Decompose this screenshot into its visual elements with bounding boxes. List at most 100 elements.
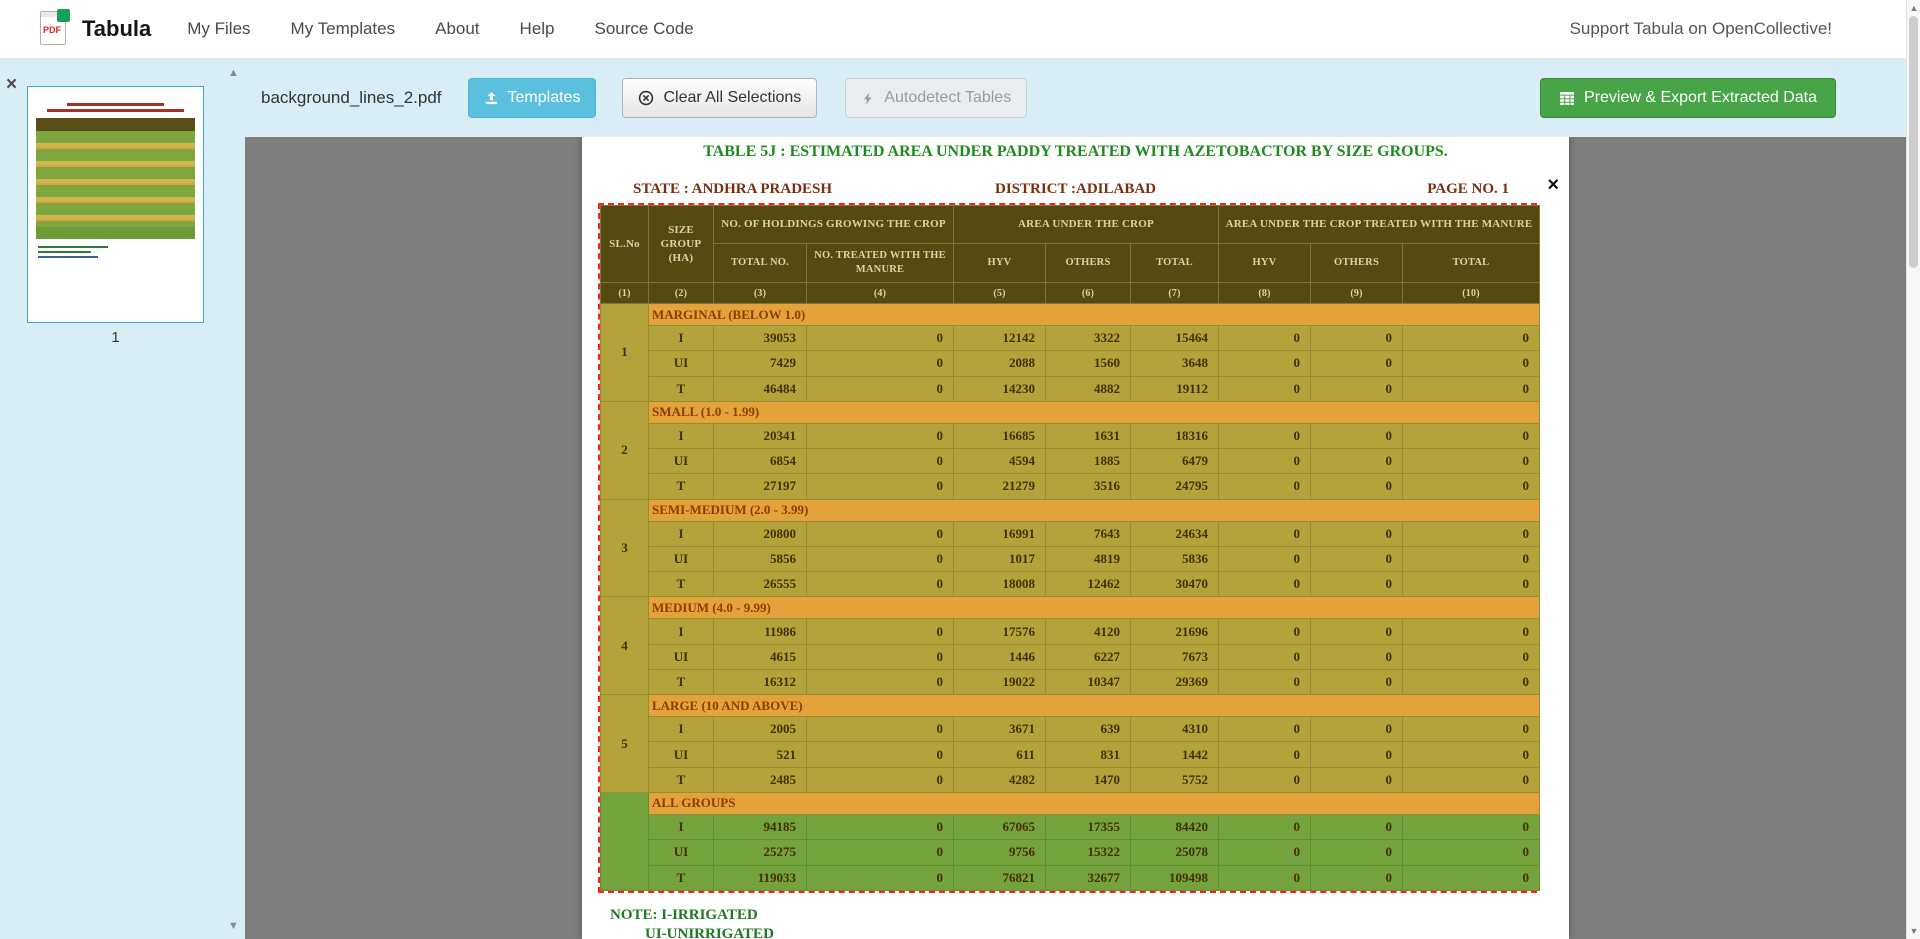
clear-all-selections-button[interactable]: Clear All Selections xyxy=(622,78,817,118)
table-cell: 0 xyxy=(1311,840,1403,865)
nav-source-code[interactable]: Source Code xyxy=(595,19,694,39)
table-cell: 0 xyxy=(807,521,954,546)
thumb-table-body xyxy=(36,131,195,227)
toolbar: background_lines_2.pdf Templates Clear A… xyxy=(245,59,1920,137)
document-note: NOTE: I-IRRIGATED xyxy=(610,907,758,924)
group-label: MARGINAL (BELOW 1.0) xyxy=(649,304,1540,326)
table-cell: 4282 xyxy=(954,767,1046,792)
table-cell: 0 xyxy=(1219,449,1311,474)
nav-my-files[interactable]: My Files xyxy=(187,19,250,39)
district-label: DISTRICT :ADILABAD xyxy=(582,181,1569,198)
table-cell: 18316 xyxy=(1131,423,1219,448)
table-cell: 12462 xyxy=(1046,572,1131,597)
table-cell: 4615 xyxy=(714,644,807,669)
group-label: MEDIUM (4.0 - 9.99) xyxy=(649,597,1540,619)
table-cell: 0 xyxy=(1311,423,1403,448)
table-cell: 0 xyxy=(807,326,954,351)
sl-no-cell: 5 xyxy=(601,695,649,793)
table-cell: 6227 xyxy=(1046,644,1131,669)
table-cell: 4819 xyxy=(1046,546,1131,571)
table-cell: 0 xyxy=(1311,742,1403,767)
table-cell: 6854 xyxy=(714,449,807,474)
pdf-table: SL.NoSIZE GROUP (HA)NO. OF HOLDINGS GROW… xyxy=(600,205,1540,891)
table-cell: 21279 xyxy=(954,474,1046,499)
thumb-note-line xyxy=(38,256,98,258)
row-code-cell: I xyxy=(649,423,714,448)
table-cell: 0 xyxy=(1311,376,1403,401)
table-cell: 19022 xyxy=(954,669,1046,694)
document-meta-row: STATE : ANDHRA PRADESH DISTRICT :ADILABA… xyxy=(582,181,1569,201)
row-code-cell: T xyxy=(649,865,714,890)
table-cell: 12142 xyxy=(954,326,1046,351)
table-header-cell: NO. OF HOLDINGS GROWING THE CROP xyxy=(714,206,954,244)
circle-x-icon xyxy=(638,90,654,106)
table-cell: 0 xyxy=(1219,717,1311,742)
table-cell: 0 xyxy=(1311,865,1403,890)
table-cell: 1446 xyxy=(954,644,1046,669)
table-cell: 0 xyxy=(1403,474,1540,499)
table-cell: 20341 xyxy=(714,423,807,448)
thumbnail-page-number: 1 xyxy=(27,329,204,346)
table-cell: 19112 xyxy=(1131,376,1219,401)
table-cell: 0 xyxy=(1403,351,1540,376)
thumb-note-line xyxy=(38,251,91,253)
row-code-cell: UI xyxy=(649,449,714,474)
thumb-title-line xyxy=(67,103,163,106)
remove-page-icon[interactable]: × xyxy=(6,75,17,94)
table-cell: 639 xyxy=(1046,717,1131,742)
table-cell: 0 xyxy=(1311,449,1403,474)
autodetect-tables-button[interactable]: Autodetect Tables xyxy=(845,78,1027,118)
table-cell: 39053 xyxy=(714,326,807,351)
table-header-cell: TOTAL xyxy=(1403,244,1540,283)
table-cell: 0 xyxy=(1311,474,1403,499)
nav-help[interactable]: Help xyxy=(520,19,555,39)
support-link[interactable]: Support Tabula on OpenCollective! xyxy=(1570,19,1832,39)
table-cell: 0 xyxy=(1219,326,1311,351)
table-cell: 21696 xyxy=(1131,619,1219,644)
table-cell: 10347 xyxy=(1046,669,1131,694)
templates-button[interactable]: Templates xyxy=(468,78,597,118)
table-cell: 2485 xyxy=(714,767,807,792)
scroll-up-icon[interactable]: ▲ xyxy=(1907,3,1920,13)
thumb-title-line xyxy=(47,109,184,112)
table-header-cell: AREA UNDER THE CROP TREATED WITH THE MAN… xyxy=(1219,206,1540,244)
page-thumbnail[interactable] xyxy=(27,86,204,323)
table-header-cell: TOTAL NO. xyxy=(714,244,807,283)
table-header-cell: (2) xyxy=(649,283,714,304)
table-cell: 29369 xyxy=(1131,669,1219,694)
preview-export-button[interactable]: Preview & Export Extracted Data xyxy=(1540,78,1836,118)
row-code-cell: T xyxy=(649,376,714,401)
window-scrollbar[interactable]: ▲ ▼ xyxy=(1906,0,1920,939)
table-cell: 0 xyxy=(1311,521,1403,546)
table-cell: 15322 xyxy=(1046,840,1131,865)
table-cell: 0 xyxy=(1219,376,1311,401)
table-header-cell: (10) xyxy=(1403,283,1540,304)
thumb-table-header xyxy=(36,118,195,131)
table-cell: 0 xyxy=(1311,767,1403,792)
table-header-cell: (6) xyxy=(1046,283,1131,304)
remove-selection-icon[interactable]: × xyxy=(1547,175,1559,195)
table-cell: 2088 xyxy=(954,351,1046,376)
table-cell: 1470 xyxy=(1046,767,1131,792)
nav-about[interactable]: About xyxy=(435,19,479,39)
table-cell: 4120 xyxy=(1046,619,1131,644)
sidebar-scroll-down-icon[interactable]: ▼ xyxy=(228,921,239,932)
table-cell: 0 xyxy=(1403,840,1540,865)
table-cell: 0 xyxy=(1311,546,1403,571)
scroll-down-icon[interactable]: ▼ xyxy=(1907,926,1920,936)
table-header-cell: TOTAL xyxy=(1131,244,1219,283)
navbar: PDF Tabula My Files My Templates About H… xyxy=(0,0,1920,59)
table-cell: 0 xyxy=(1403,669,1540,694)
table-cell: 0 xyxy=(807,717,954,742)
scrollbar-thumb[interactable] xyxy=(1909,16,1918,268)
table-cell: 7429 xyxy=(714,351,807,376)
nav-my-templates[interactable]: My Templates xyxy=(291,19,396,39)
table-cell: 0 xyxy=(807,351,954,376)
selection-box[interactable]: SL.NoSIZE GROUP (HA)NO. OF HOLDINGS GROW… xyxy=(598,203,1537,893)
sidebar-scroll-up-icon[interactable]: ▲ xyxy=(228,68,239,79)
upload-icon xyxy=(484,91,499,106)
main-nav: My Files My Templates About Help Source … xyxy=(187,19,693,39)
table-cell: 5856 xyxy=(714,546,807,571)
table-header-cell: HYV xyxy=(954,244,1046,283)
table-cell: 18008 xyxy=(954,572,1046,597)
